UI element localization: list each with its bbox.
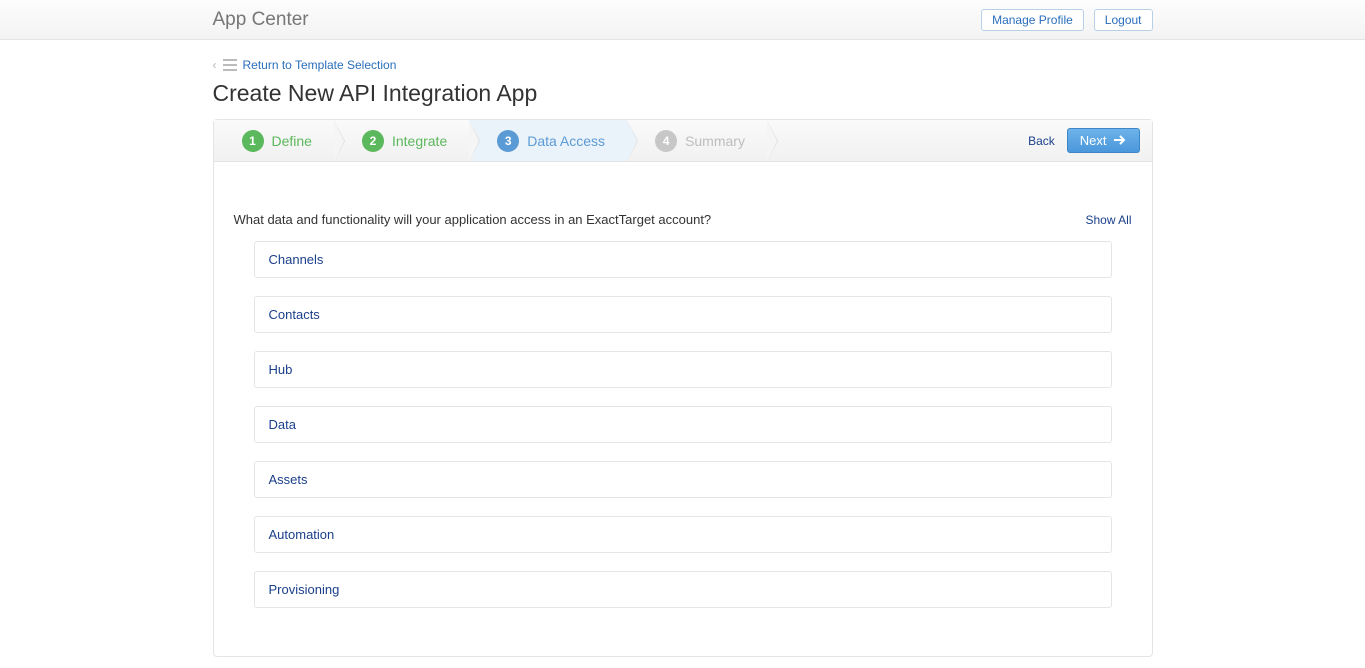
arrow-right-icon [1113, 133, 1127, 148]
top-bar: App Center Manage Profile Logout [0, 0, 1365, 40]
next-button[interactable]: Next [1067, 128, 1140, 153]
step-data-access[interactable]: 3 Data Access [469, 120, 627, 161]
prompt-text: What data and functionality will your ap… [234, 212, 712, 227]
step-bar-right: Back Next [1028, 128, 1151, 153]
category-automation[interactable]: Automation [254, 516, 1112, 553]
main-container: ‹ Return to Template Selection Create Ne… [213, 40, 1153, 657]
chevron-left-icon: ‹ [213, 58, 217, 72]
category-contacts[interactable]: Contacts [254, 296, 1112, 333]
logout-button[interactable]: Logout [1094, 9, 1153, 31]
return-link[interactable]: Return to Template Selection [243, 58, 397, 72]
category-provisioning[interactable]: Provisioning [254, 571, 1112, 608]
category-channels[interactable]: Channels [254, 241, 1112, 278]
step-label: Summary [685, 133, 745, 149]
category-hub[interactable]: Hub [254, 351, 1112, 388]
top-bar-buttons: Manage Profile Logout [981, 9, 1152, 31]
category-list: Channels Contacts Hub Data Assets Automa… [234, 241, 1132, 608]
list-icon [223, 59, 237, 71]
step-number: 1 [242, 130, 264, 152]
step-integrate[interactable]: 2 Integrate [334, 120, 469, 161]
content-area: What data and functionality will your ap… [214, 162, 1152, 656]
next-button-label: Next [1080, 133, 1107, 148]
step-label: Integrate [392, 133, 447, 149]
page-title: Create New API Integration App [213, 80, 1153, 107]
step-number: 2 [362, 130, 384, 152]
manage-profile-button[interactable]: Manage Profile [981, 9, 1084, 31]
top-bar-inner: App Center Manage Profile Logout [213, 0, 1153, 39]
step-summary[interactable]: 4 Summary [627, 120, 767, 161]
prompt-row: What data and functionality will your ap… [234, 212, 1132, 227]
category-data[interactable]: Data [254, 406, 1112, 443]
show-all-link[interactable]: Show All [1085, 213, 1131, 227]
return-row: ‹ Return to Template Selection [213, 58, 1153, 72]
wizard-box: 1 Define 2 Integrate 3 Data Access 4 Sum… [213, 119, 1153, 657]
step-define[interactable]: 1 Define [214, 120, 334, 161]
step-label: Define [272, 133, 312, 149]
step-bar: 1 Define 2 Integrate 3 Data Access 4 Sum… [214, 120, 1152, 162]
brand-title: App Center [213, 9, 309, 31]
step-number: 4 [655, 130, 677, 152]
category-assets[interactable]: Assets [254, 461, 1112, 498]
back-link[interactable]: Back [1028, 134, 1055, 148]
step-label: Data Access [527, 133, 605, 149]
step-number: 3 [497, 130, 519, 152]
